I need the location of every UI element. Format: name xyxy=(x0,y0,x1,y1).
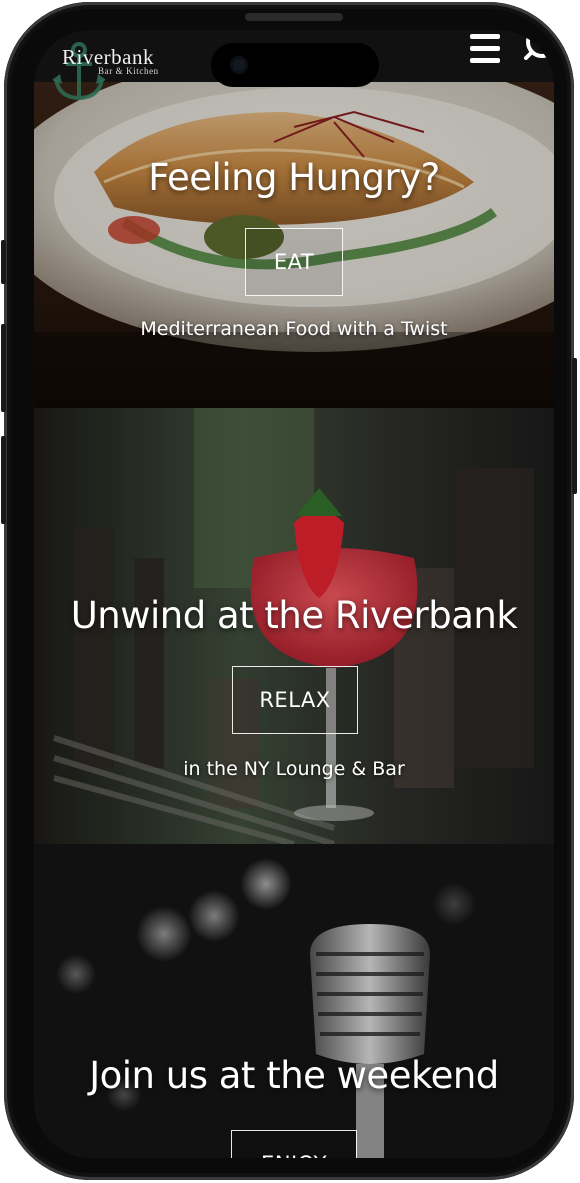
enjoy-button[interactable]: ENJOY xyxy=(231,1130,357,1158)
eat-heading: Feeling Hungry? xyxy=(148,156,440,199)
relax-button[interactable]: RELAX xyxy=(232,666,358,734)
eat-section: Feeling Hungry? EAT Mediterranean Food w… xyxy=(34,82,554,408)
enjoy-section: Join us at the weekend ENJOY xyxy=(34,844,554,1158)
phone-screen: Riverbank Bar & Kitchen Feeling Hungry? … xyxy=(34,30,554,1158)
eat-tagline: Mediterranean Food with a Twist xyxy=(140,318,448,340)
volume-down-button xyxy=(1,436,6,524)
relax-heading: Unwind at the Riverbank xyxy=(70,594,518,637)
power-button xyxy=(572,358,577,494)
site-logo[interactable]: Riverbank Bar & Kitchen xyxy=(52,32,182,102)
relax-tagline: in the NY Lounge & Bar xyxy=(183,758,405,780)
dynamic-island xyxy=(211,43,379,87)
eat-button[interactable]: EAT xyxy=(245,228,343,296)
search-icon[interactable] xyxy=(522,32,554,66)
brand-subtitle: Bar & Kitchen xyxy=(98,66,159,76)
relax-section: Unwind at the Riverbank RELAX in the NY … xyxy=(34,408,554,844)
front-camera xyxy=(230,56,248,74)
hamburger-menu-icon[interactable] xyxy=(467,32,503,66)
earpiece-speaker xyxy=(245,13,343,21)
phone-frame: Riverbank Bar & Kitchen Feeling Hungry? … xyxy=(1,2,577,1180)
mute-switch xyxy=(1,240,6,284)
volume-up-button xyxy=(1,324,6,412)
enjoy-heading: Join us at the weekend xyxy=(89,1054,499,1097)
vintage-microphone-image xyxy=(34,844,554,1158)
